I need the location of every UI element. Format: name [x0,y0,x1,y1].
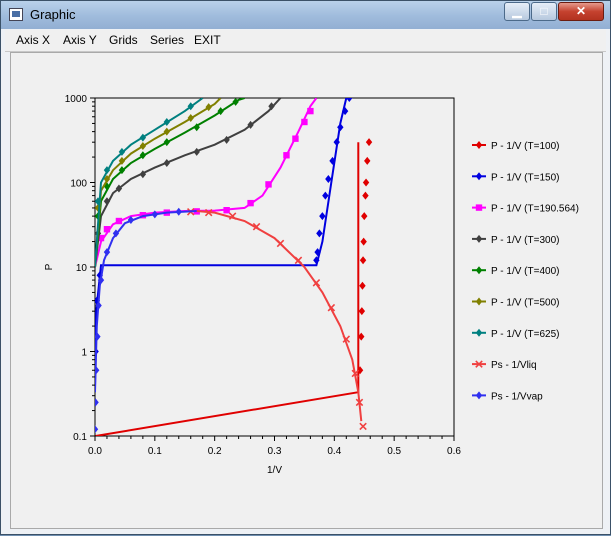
legend-label: P - 1/V (T=400) [491,266,559,277]
y-tick-label: 100 [70,179,87,190]
x-tick-label: 0.6 [447,446,461,457]
legend-swatch-marker [475,391,483,400]
x-tick-label: 0.2 [208,446,222,457]
series-2-point [283,152,290,159]
x-tick-label: 0.3 [268,446,282,457]
series-2-point [292,135,299,142]
legend-swatch-marker [475,141,483,149]
legend-label: P - 1/V (T=150) [491,172,559,183]
y-axis-label: P [44,263,55,270]
legend-swatch-marker [475,234,483,243]
legend-swatch-marker [475,328,483,337]
series-2-point [247,199,254,207]
x-tick-label: 0.0 [88,446,102,457]
y-tick-label: 1000 [65,94,88,105]
legend-swatch-marker [475,204,483,211]
plot-area [94,97,455,437]
legend-label: P - 1/V (T=300) [491,235,559,246]
legend-swatch-marker [475,172,483,181]
series-2-point [265,181,272,188]
legend-label: P - 1/V (T=500) [491,298,559,309]
legend-label: P - 1/V (T=190.564) [491,204,579,215]
x-axis-label: 1/V [267,465,282,476]
legend-label: Ps - 1/Vvap [491,391,543,402]
chart-svg: 0.0 0.1 0.2 0.3 0.4 0.5 0.60.111010010001/VPP … [44,94,579,476]
series-2-point [223,207,230,214]
y-tick-label: 1 [81,348,87,359]
x-tick-label: 0.4 [327,446,341,457]
graphic-window: Graphic ▁ □ ✕ Axis X Axis Y Grids Series… [0,0,611,535]
legend-swatch-marker [475,297,483,306]
legend-label: P - 1/V (T=100) [491,141,559,152]
series-2-point [103,226,111,233]
legend-label: Ps - 1/Vliq [491,360,537,371]
series-2-point [307,107,314,115]
x-tick-label: 0.1 [148,446,162,457]
series-2-point [115,217,123,225]
x-tick-label: 0.5 [387,446,401,457]
y-tick-label: 0.1 [73,432,87,443]
legend-label: P - 1/V (T=625) [491,329,559,340]
legend-swatch-marker [475,266,483,275]
series-2-point [301,118,308,126]
y-tick-label: 10 [76,263,88,274]
